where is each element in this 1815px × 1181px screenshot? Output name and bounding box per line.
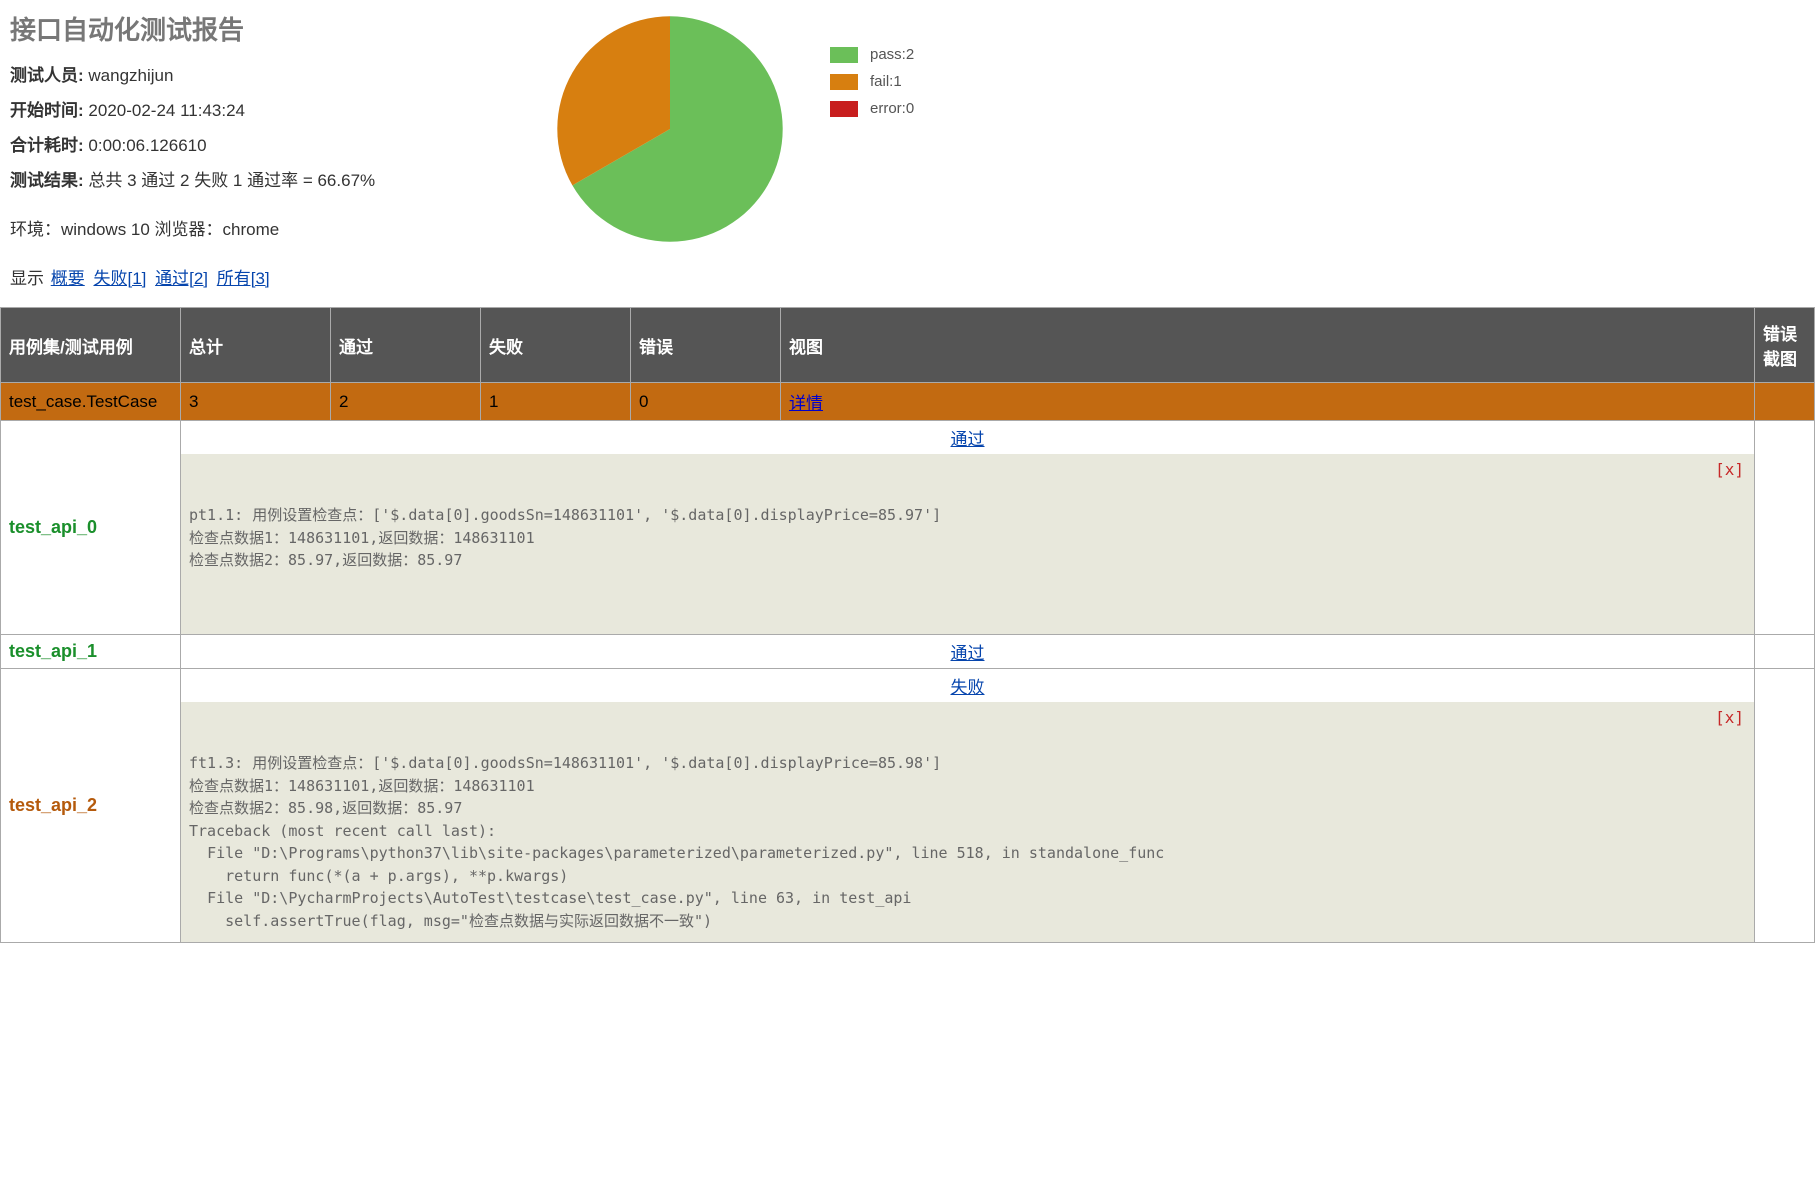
- case-name-2: test_api_2: [1, 669, 181, 943]
- legend-item-error: error:0: [830, 100, 1090, 117]
- case-status-link-1[interactable]: 通过: [181, 635, 1754, 668]
- th-pass: 通过: [331, 308, 481, 383]
- case-screenshot-1: [1755, 635, 1815, 669]
- filter-summary-link[interactable]: 概要: [51, 269, 85, 288]
- case-main-0: 通过 [x] pt1.1: 用例设置检查点：['$.data[0].goodsSn=…: [181, 421, 1755, 635]
- result-label: 测试结果:: [10, 171, 84, 190]
- filter-prefix: 显示: [10, 269, 44, 288]
- filter-pass-link[interactable]: 通过[2]: [155, 269, 208, 288]
- tester-label: 测试人员:: [10, 66, 84, 85]
- env-line: 环境：windows 10 浏览器：chrome: [10, 215, 510, 240]
- case-main-2: 失败 [x] ft1.3: 用例设置检查点：['$.data[0].goodsSn=…: [181, 669, 1755, 943]
- result-pie-chart: [555, 14, 785, 244]
- case-screenshot-2: [1755, 669, 1815, 943]
- chart-legend: pass:2 fail:1 error:0: [830, 10, 1090, 127]
- case-log-2: ft1.3: 用例设置检查点：['$.data[0].goodsSn=14863…: [189, 752, 1746, 932]
- th-fail: 失败: [481, 308, 631, 383]
- th-view: 视图: [781, 308, 1755, 383]
- result-value: 总共 3 通过 2 失败 1 通过率 = 66.67%: [88, 171, 375, 190]
- case-name-1: test_api_1: [1, 635, 181, 669]
- duration-value: 0:00:06.126610: [88, 136, 206, 155]
- legend-label-error: error:0: [870, 100, 914, 117]
- case-detail-pane-2: [x] ft1.3: 用例设置检查点：['$.data[0].goodsSn=14…: [181, 702, 1754, 942]
- th-total: 总计: [181, 308, 331, 383]
- case-status-link-0[interactable]: 通过: [181, 421, 1754, 454]
- close-icon[interactable]: [x]: [1715, 460, 1744, 479]
- start-value: 2020-02-24 11:43:24: [88, 101, 245, 120]
- suite-detail-link[interactable]: 详情: [789, 394, 823, 413]
- th-error: 错误: [631, 308, 781, 383]
- duration-label: 合计耗时:: [10, 136, 84, 155]
- tester-value: wangzhijun: [88, 66, 173, 85]
- legend-item-fail: fail:1: [830, 73, 1090, 90]
- case-status-link-2[interactable]: 失败: [181, 669, 1754, 702]
- legend-label-pass: pass:2: [870, 46, 914, 63]
- table-row: test_api_0通过 [x] pt1.1: 用例设置检查点：['$.data[0…: [1, 421, 1815, 635]
- suite-view-cell: 详情: [781, 383, 1755, 421]
- case-main-1: 通过: [181, 635, 1755, 669]
- suite-error: 0: [631, 383, 781, 421]
- th-suite: 用例集/测试用例: [1, 308, 181, 383]
- legend-item-pass: pass:2: [830, 46, 1090, 63]
- suite-name: test_case.TestCase: [1, 383, 181, 421]
- legend-swatch-fail: [830, 74, 858, 90]
- suite-total: 3: [181, 383, 331, 421]
- legend-label-fail: fail:1: [870, 73, 902, 90]
- close-icon[interactable]: [x]: [1715, 708, 1744, 727]
- results-tbody: test_case.TestCase3210 详情 test_api_0通过 [x] p…: [1, 383, 1815, 943]
- case-log-0: pt1.1: 用例设置检查点：['$.data[0].goodsSn=14863…: [189, 504, 1746, 572]
- suite-screenshot-cell: [1755, 383, 1815, 421]
- page-title: 接口自动化测试报告: [10, 10, 510, 47]
- results-table: 用例集/测试用例 总计 通过 失败 错误 视图 错误截图 test_case.T…: [0, 307, 1815, 943]
- case-detail-pane-0: [x] pt1.1: 用例设置检查点：['$.data[0].goodsSn=14…: [181, 454, 1754, 634]
- case-name-0: test_api_0: [1, 421, 181, 635]
- legend-swatch-error: [830, 101, 858, 117]
- table-row: test_api_1通过: [1, 635, 1815, 669]
- filter-all-link[interactable]: 所有[3]: [217, 269, 270, 288]
- suite-row: test_case.TestCase3210 详情: [1, 383, 1815, 421]
- table-row: test_api_2失败 [x] ft1.3: 用例设置检查点：['$.data[0…: [1, 669, 1815, 943]
- suite-fail: 1: [481, 383, 631, 421]
- th-screenshot: 错误截图: [1755, 308, 1815, 383]
- suite-pass: 2: [331, 383, 481, 421]
- legend-swatch-pass: [830, 47, 858, 63]
- filter-fail-link[interactable]: 失败[1]: [93, 269, 146, 288]
- start-label: 开始时间:: [10, 101, 84, 120]
- case-screenshot-0: [1755, 421, 1815, 635]
